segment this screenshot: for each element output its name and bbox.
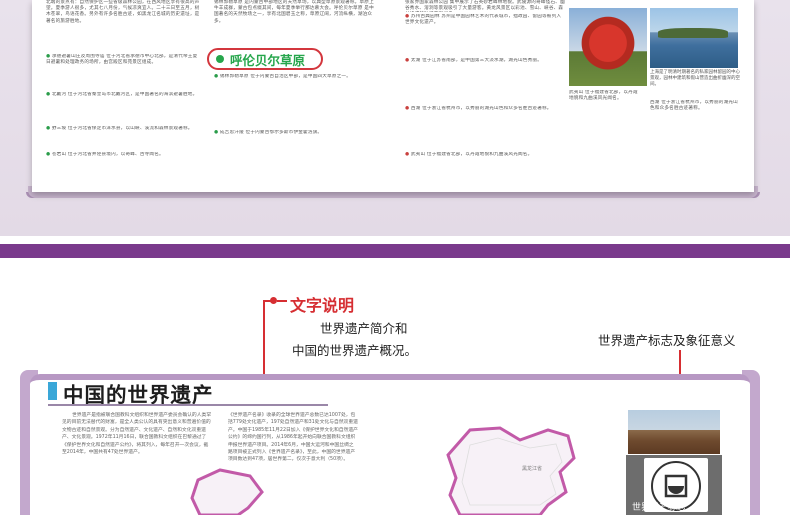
emblem-caption: 世界遗产标志 [632,503,687,513]
inner-region [461,437,563,506]
west-region [190,468,264,515]
heritage-photo [628,410,720,454]
map-label: 黑龙江省 [522,465,542,472]
